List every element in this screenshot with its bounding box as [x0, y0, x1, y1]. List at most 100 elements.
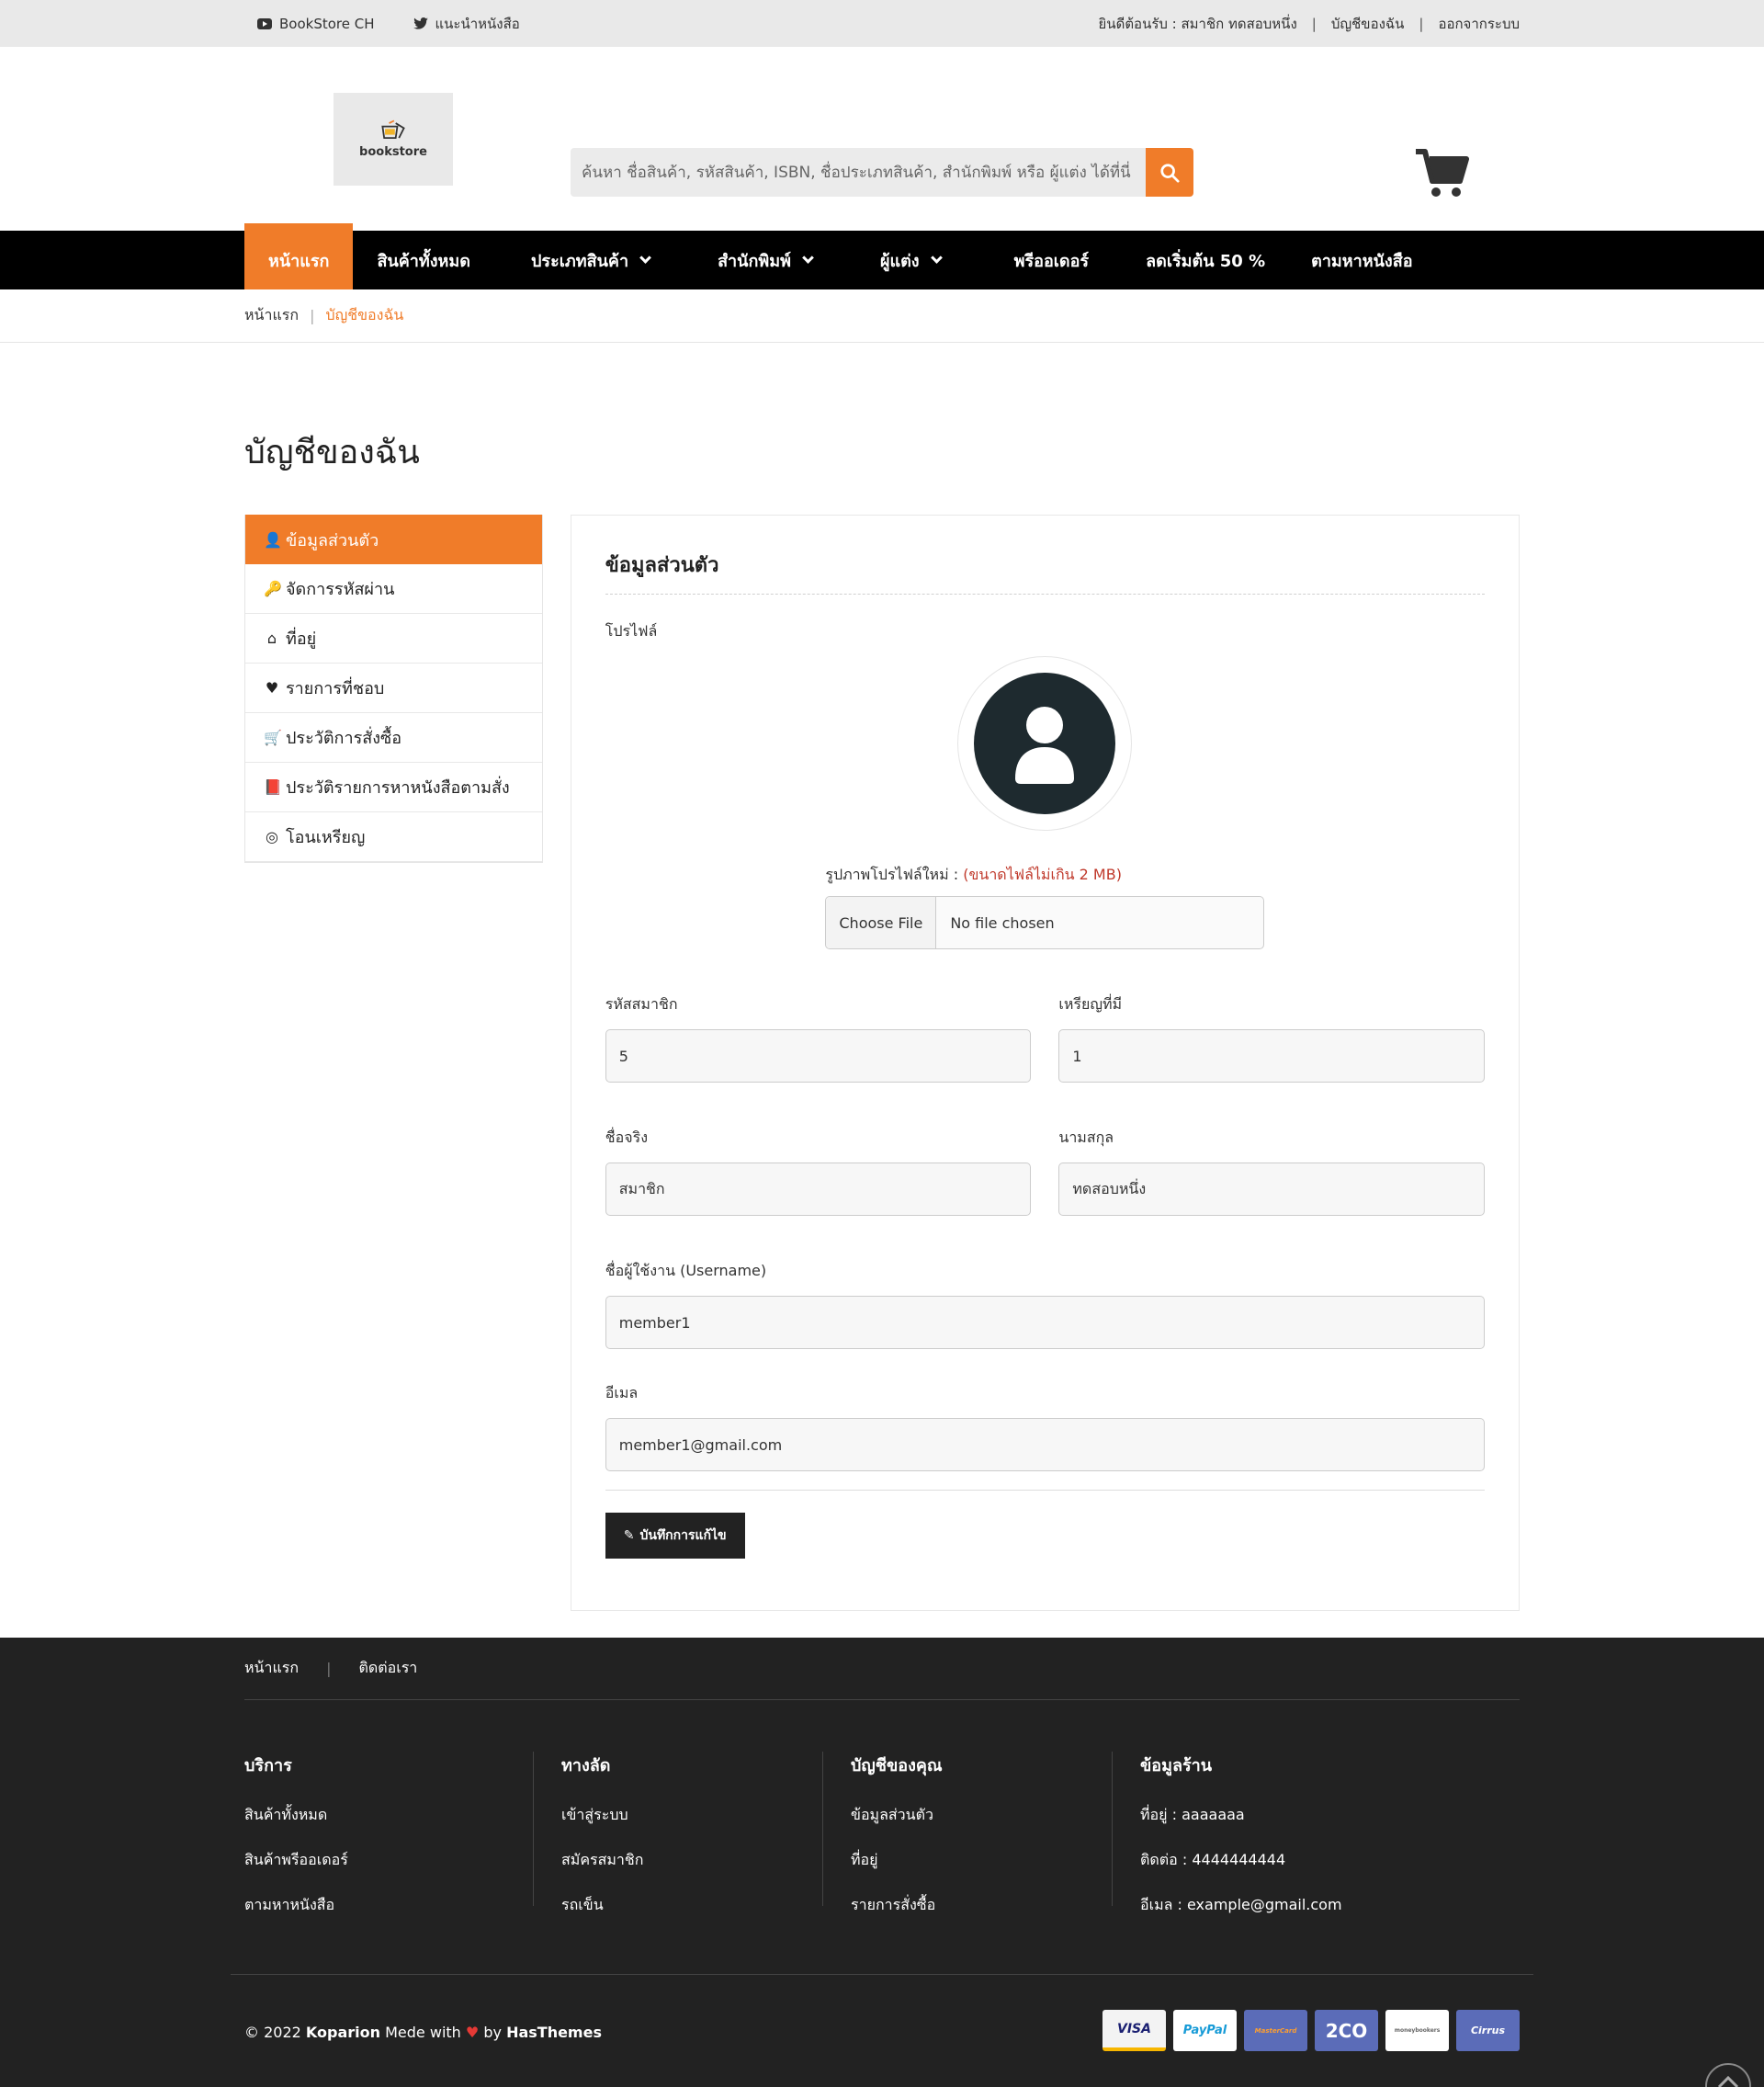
- breadcrumb-current: บัญชีของฉัน: [325, 305, 404, 323]
- logo-text: bookstore: [359, 145, 427, 159]
- scroll-to-top-button[interactable]: [1705, 2063, 1751, 2087]
- author-link[interactable]: HasThemes: [506, 2024, 602, 2041]
- footer-col-account: บัญชีของคุณ ข้อมูลส่วนตัว ที่อยู่ รายการ…: [823, 1752, 1113, 1913]
- chevron-down-icon: [930, 251, 943, 264]
- nav-all-products[interactable]: สินค้าทั้งหมด: [353, 231, 494, 289]
- separator: |: [1419, 15, 1424, 32]
- key-icon: 🔑: [264, 580, 282, 597]
- footer-col-title: บริการ: [244, 1756, 292, 1775]
- book-icon: 📕: [264, 778, 282, 796]
- avatar-frame: [957, 656, 1133, 831]
- footer-col-title: บัญชีของคุณ: [851, 1756, 943, 1775]
- profile-panel: ข้อมูลส่วนตัว โปรไฟล์ รูปภาพโปรไฟล์ใหม่ …: [570, 515, 1520, 1611]
- email-label: อีเมล: [605, 1384, 639, 1401]
- footer-link[interactable]: รถเข็น: [561, 1894, 822, 1917]
- youtube-icon: [257, 17, 272, 29]
- welcome-text: ยินดีต้อนรับ : สมาชิก ทดสอบหนึ่ง: [1098, 15, 1297, 32]
- footer-link[interactable]: ข้อมูลส่วนตัว: [851, 1804, 1112, 1827]
- coin-icon: ◎: [266, 828, 278, 845]
- home-icon: ⌂: [266, 630, 277, 647]
- divider: [605, 1490, 1485, 1491]
- site-logo[interactable]: bookstore: [334, 93, 453, 186]
- nav-sale[interactable]: ลดเริ่มต้น 50 %: [1113, 231, 1289, 289]
- edit-icon: ✎: [623, 1528, 635, 1543]
- sidebar-item-book-request-history[interactable]: 📕 ประวัติรายการหาหนังสือตามสั่ง: [245, 763, 542, 812]
- breadcrumb-home[interactable]: หน้าแรก: [244, 304, 299, 327]
- main-content: บัญชีของฉัน 👤 ข้อมูลส่วนตัว 🔑 จัดการรหัสผ่…: [244, 425, 1520, 1611]
- breadcrumb: หน้าแรก | บัญชีของฉัน: [0, 289, 1764, 343]
- username-group: ชื่อผู้ใช้งาน (Username) member1: [605, 1260, 1485, 1349]
- sidebar-item-wishlist[interactable]: ♥ รายการที่ชอบ: [245, 664, 542, 713]
- footer-link[interactable]: สินค้าทั้งหมด: [244, 1804, 533, 1827]
- sidebar-item-order-history[interactable]: 🛒 ประวัติการสั่งซื้อ: [245, 713, 542, 763]
- footer-link[interactable]: ที่อยู่: [851, 1849, 1112, 1872]
- nav-authors[interactable]: ผู้แต่ง: [836, 231, 965, 289]
- footer-col-title: ข้อมูลร้าน: [1140, 1756, 1213, 1775]
- separator: |: [310, 306, 315, 324]
- footer-columns: บริการ สินค้าทั้งหมด สินค้าพรีออเดอร์ ตา…: [244, 1752, 1520, 1913]
- firstname-field[interactable]: สมาชิก: [605, 1163, 1032, 1216]
- coins-field[interactable]: 1: [1058, 1029, 1485, 1083]
- search-input[interactable]: [571, 148, 1146, 197]
- lastname-label: นามสกุล: [1058, 1129, 1114, 1146]
- separator: |: [326, 1660, 332, 1677]
- my-account-link[interactable]: บัญชีของฉัน: [1331, 13, 1405, 35]
- page-title: บัญชีของฉัน: [244, 434, 420, 471]
- email-group: อีเมล member1@gmail.com: [605, 1382, 1485, 1471]
- username-label: ชื่อผู้ใช้งาน (Username): [605, 1262, 767, 1279]
- file-input[interactable]: Choose File No file chosen: [825, 896, 1265, 949]
- nav-find-book[interactable]: ตามหาหนังสือ: [1289, 231, 1436, 289]
- brand-link[interactable]: Koparion: [306, 2024, 380, 2041]
- file-status: No file chosen: [950, 913, 1055, 932]
- email-field[interactable]: member1@gmail.com: [605, 1418, 1485, 1471]
- upload-section: รูปภาพโปรไฟล์ใหม่ : (ขนาดไฟล์ไม่เกิน 2 M…: [825, 864, 1265, 949]
- search-bar: [571, 148, 1193, 197]
- nav-categories[interactable]: ประเภทสินค้า: [494, 231, 673, 289]
- separator: |: [1311, 15, 1317, 32]
- topbar: BookStore CH แนะนำหนังสือ ยินดีต้อนรับ :…: [0, 0, 1764, 47]
- name-row: ชื่อจริง สมาชิก นามสกุล ทดสอบหนึ่ง: [605, 1127, 1485, 1216]
- nav-publishers[interactable]: สำนักพิมพ์: [673, 231, 836, 289]
- search-button[interactable]: [1146, 148, 1193, 197]
- cirrus-icon: Cirrus: [1456, 2010, 1520, 2051]
- save-button[interactable]: ✎ บันทึกการแก้ไข: [605, 1513, 745, 1559]
- chevron-up-icon: [1717, 2075, 1739, 2087]
- logout-link[interactable]: ออกจากระบบ: [1438, 13, 1520, 35]
- profile-label: โปรไฟล์: [605, 622, 658, 640]
- lastname-field[interactable]: ทดสอบหนึ่ง: [1058, 1163, 1485, 1216]
- search-icon: [1160, 163, 1180, 183]
- footer: หน้าแรก | ติดต่อเรา บริการ สินค้าทั้งหมด…: [0, 1638, 1764, 2087]
- sidebar-item-password[interactable]: 🔑 จัดการรหัสผ่าน: [245, 564, 542, 614]
- paypal-icon: PayPal: [1173, 2010, 1237, 2051]
- footer-link-home[interactable]: หน้าแรก: [244, 1657, 299, 1680]
- footer-divider: [231, 1974, 1533, 1975]
- nav-home[interactable]: หน้าแรก: [244, 223, 354, 289]
- shop-contact: ติดต่อ : 4444444444: [1140, 1851, 1286, 1868]
- choose-file-button[interactable]: Choose File: [826, 897, 937, 948]
- moneybookers-icon: moneybookers: [1385, 2010, 1449, 2051]
- upload-label: รูปภาพโปรไฟล์ใหม่ : (ขนาดไฟล์ไม่เกิน 2 M…: [825, 866, 1122, 883]
- youtube-link[interactable]: BookStore CH: [257, 13, 375, 35]
- footer-link[interactable]: ตามหาหนังสือ: [244, 1894, 533, 1917]
- nav-preorder[interactable]: พรีออเดอร์: [965, 231, 1113, 289]
- footer-link[interactable]: รายการสั่งซื้อ: [851, 1894, 1112, 1917]
- footer-link[interactable]: สมัครสมาชิก: [561, 1849, 822, 1872]
- footer-link[interactable]: สินค้าพรีออเดอร์: [244, 1849, 533, 1872]
- avatar: [974, 673, 1116, 814]
- cart-icon[interactable]: [1414, 148, 1469, 199]
- coins-label: เหรียญที่มี: [1058, 995, 1123, 1013]
- footer-link-contact[interactable]: ติดต่อเรา: [358, 1657, 417, 1680]
- sidebar-item-transfer-coins[interactable]: ◎ โอนเหรียญ: [245, 812, 542, 862]
- sidebar-item-profile[interactable]: 👤 ข้อมูลส่วนตัว: [245, 515, 542, 564]
- book-logo-icon: [381, 119, 405, 140]
- username-field[interactable]: member1: [605, 1296, 1485, 1349]
- heart-icon: ♥: [465, 2024, 480, 2041]
- footer-link[interactable]: เข้าสู่ระบบ: [561, 1804, 822, 1827]
- shop-address: ที่อยู่ : aaaaaaa: [1140, 1806, 1245, 1823]
- chevron-down-icon: [802, 251, 814, 264]
- member-id-field[interactable]: 5: [605, 1029, 1032, 1083]
- twitter-link[interactable]: แนะนำหนังสือ: [413, 13, 520, 35]
- footer-col-service: บริการ สินค้าทั้งหมด สินค้าพรีออเดอร์ ตา…: [244, 1752, 534, 1913]
- user-icon: [1015, 707, 1075, 784]
- sidebar-item-address[interactable]: ⌂ ที่อยู่: [245, 614, 542, 664]
